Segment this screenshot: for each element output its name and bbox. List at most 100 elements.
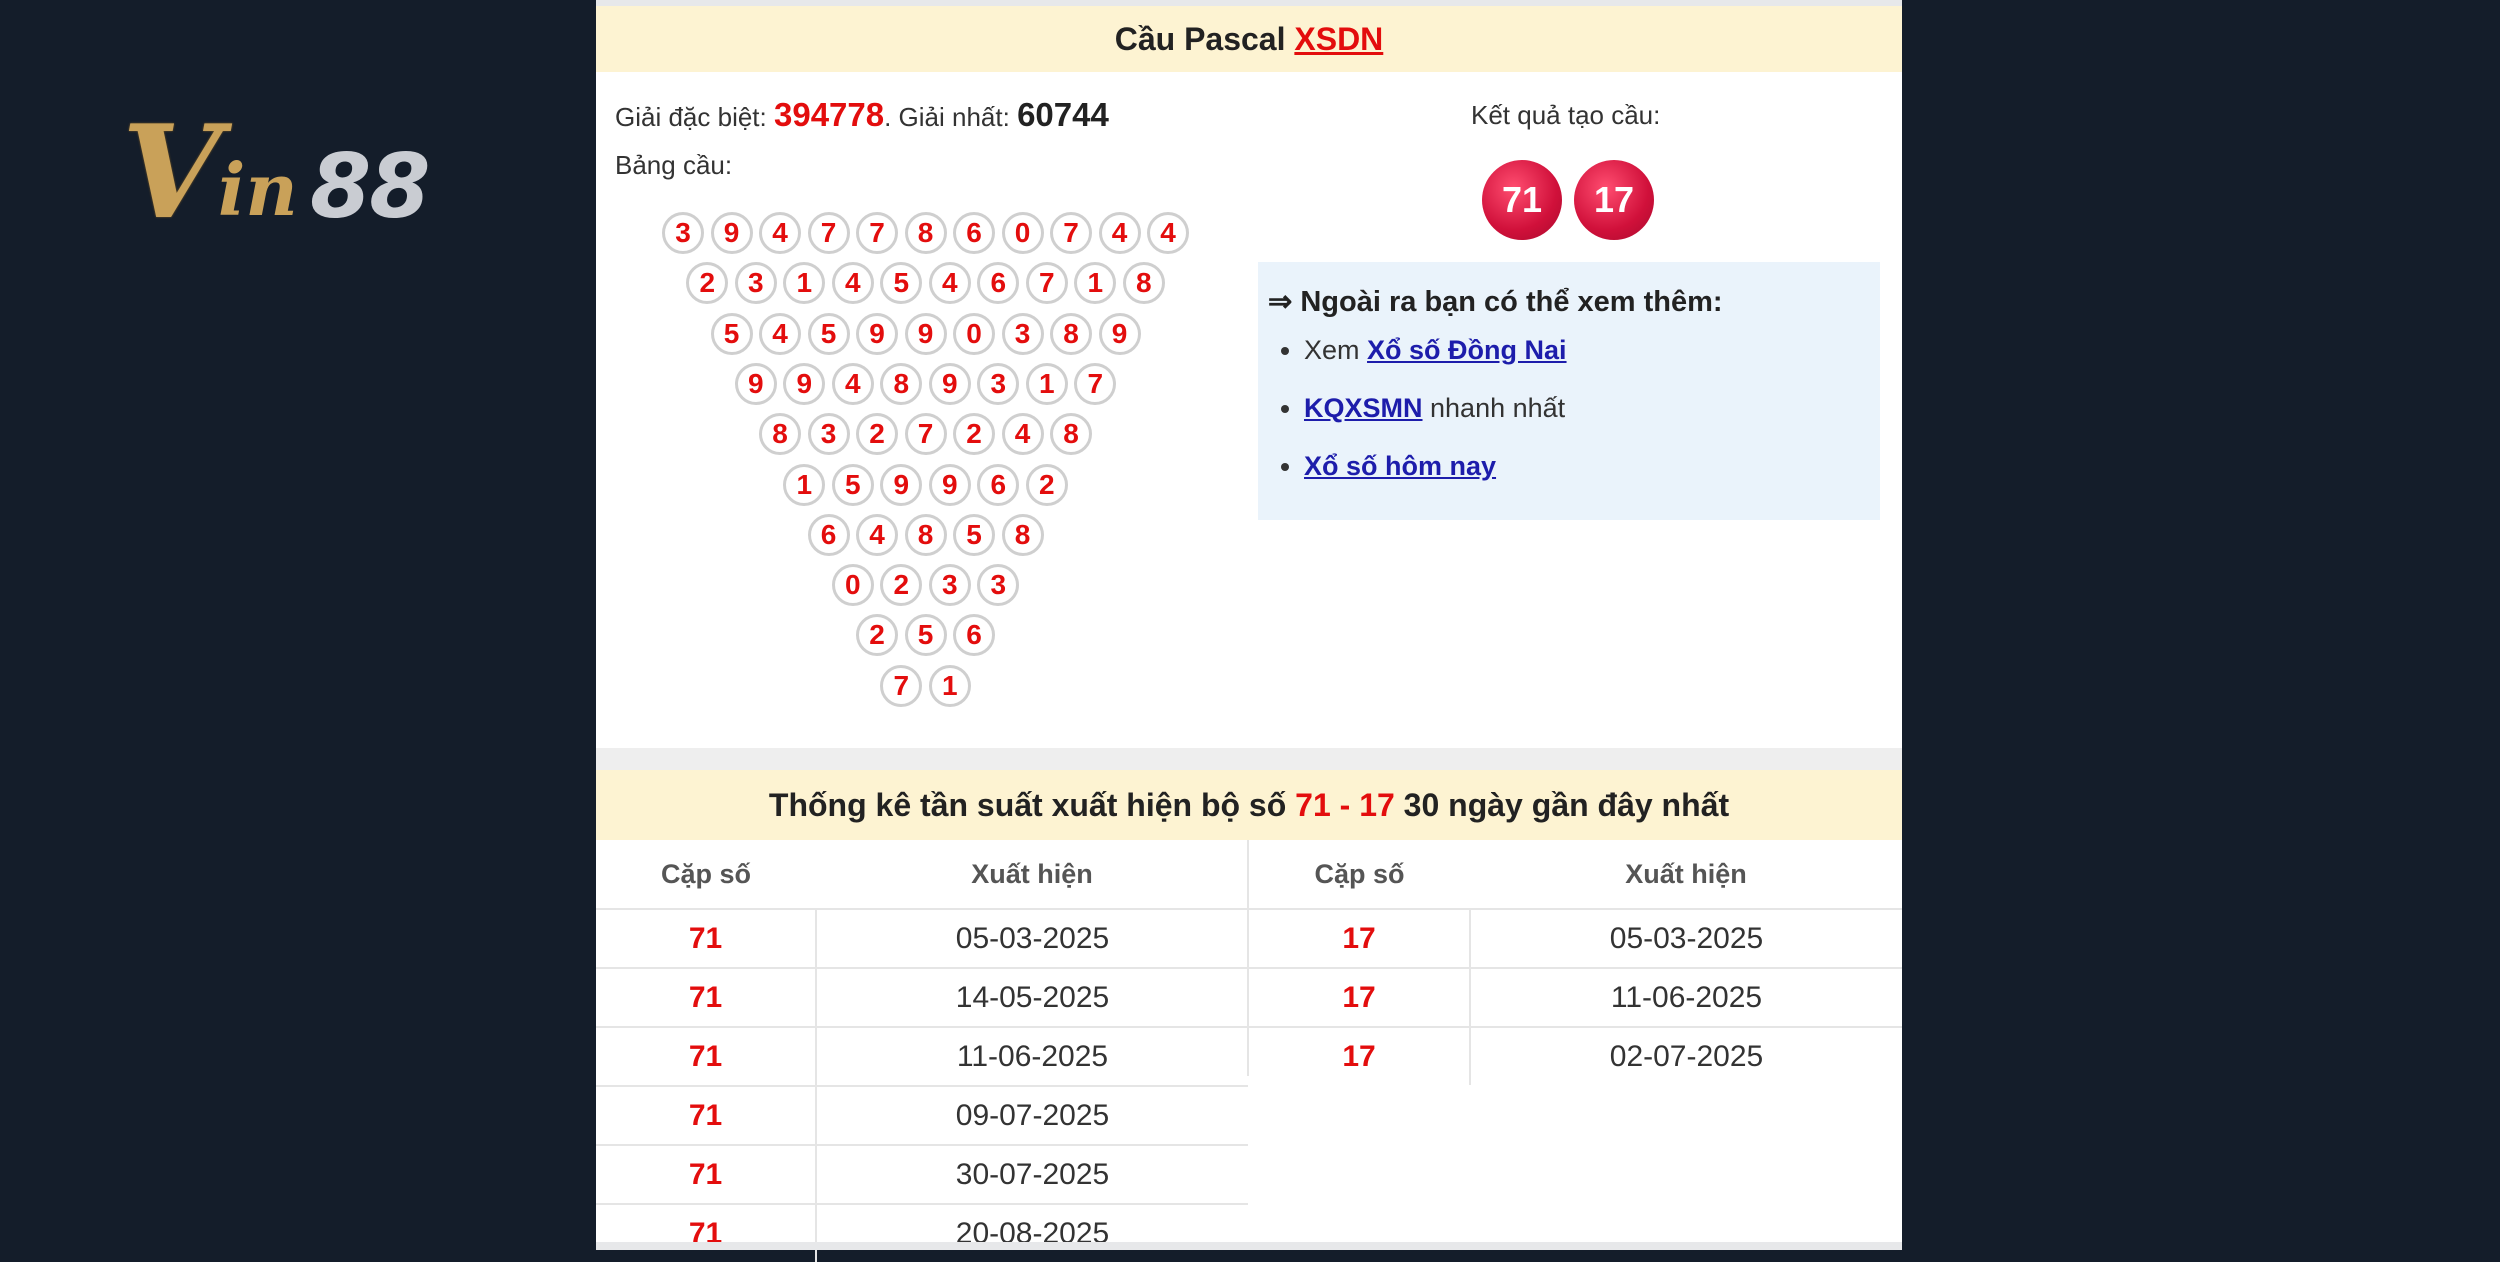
col-header-pair: Cặp số [660, 858, 752, 889]
pascal-digit: 4 [759, 212, 801, 254]
pascal-digit: 5 [880, 262, 923, 305]
table-divider [1247, 840, 1249, 1076]
col-header-pair: Cặp số [1314, 858, 1405, 889]
date-cell: 05-03-2025 [816, 908, 1248, 968]
pascal-digit: 8 [880, 362, 923, 405]
list-item-text: Xem [1304, 335, 1368, 365]
pascal-digit: 2 [953, 413, 995, 456]
pair-cell: 17 [1249, 908, 1471, 968]
pascal-digit: 6 [953, 614, 995, 657]
pascal-digit: 7 [807, 212, 850, 254]
stats-table-left: Cặp số Xuất hiện 71 05-03-2025 71 14-05-202… [596, 840, 1248, 1262]
result-ball-2: 17 [1574, 160, 1654, 240]
list-item-text: nhanh nhất [1422, 393, 1566, 423]
pascal-digit: 9 [928, 463, 971, 506]
pascal-digit: 3 [977, 564, 1020, 607]
pair-cell: 71 [596, 1026, 817, 1086]
pascal-digit: 4 [831, 362, 874, 405]
pascal-digit: 2 [856, 413, 898, 456]
list-item: KQXSMN nhanh nhất [1304, 392, 1567, 450]
pascal-digit: 8 [904, 212, 947, 254]
pascal-digit: 9 [904, 312, 947, 355]
pascal-digit: 3 [807, 413, 850, 456]
first-prize-label: . Giải nhất: [884, 102, 1010, 132]
pascal-digit: 8 [759, 413, 801, 456]
kqxsmn-link[interactable]: KQXSMN [1304, 393, 1423, 423]
pascal-digit: 8 [1050, 312, 1092, 355]
pascal-digit: 9 [734, 362, 777, 405]
pascal-digit: 2 [880, 564, 923, 607]
table-row: 71 30-07-2025 [596, 1144, 1248, 1204]
pascal-digit: 3 [662, 212, 704, 254]
first-prize-value: 60744 [1017, 96, 1109, 133]
logo-88: 88 [310, 135, 430, 238]
pair-cell: 17 [1249, 967, 1471, 1027]
stats-title-post: 30 ngày gần đây nhất [1394, 787, 1730, 823]
date-cell: 11-06-2025 [816, 1026, 1248, 1086]
table-row: 71 09-07-2025 [596, 1085, 1248, 1145]
date-cell: 05-03-2025 [1470, 908, 1902, 968]
pascal-digit: 0 [831, 564, 874, 607]
pascal-digit: 5 [953, 513, 995, 556]
pascal-digit: 5 [831, 463, 874, 506]
pair-cell: 17 [1249, 1026, 1471, 1085]
pascal-digit: 4 [1001, 413, 1044, 456]
see-more-box: ⇒ Ngoài ra bạn có thể xem thêm: Xem Xổ s… [1258, 262, 1880, 520]
see-more-title: ⇒ Ngoài ra bạn có thể xem thêm: [1268, 286, 1723, 318]
xo-so-dong-nai-link[interactable]: Xổ số Đồng Nai [1367, 335, 1567, 365]
main-panel: Cầu Pascal XSDN Giải đặc biệt: 394778. G… [596, 0, 1902, 1262]
pascal-digit: 9 [1098, 312, 1141, 355]
pascal-digit: 9 [928, 362, 971, 405]
pascal-header: Cầu Pascal XSDN [596, 6, 1902, 72]
bang-cau-label: Bảng cầu: [615, 150, 733, 180]
result-label: Kết quả tạo cầu: [1471, 100, 1661, 130]
pair-cell: 71 [596, 967, 817, 1027]
pascal-digit: 9 [783, 362, 826, 405]
pascal-digit: 1 [783, 463, 826, 506]
xo-so-hom-nay-link[interactable]: Xổ số hôm nay [1304, 451, 1496, 481]
pascal-digit: 7 [1025, 262, 1068, 305]
pascal-digit: 4 [759, 312, 801, 355]
list-item: Xem Xổ số Đồng Nai [1304, 334, 1567, 392]
col-header-date: Xuất hiện [1625, 858, 1747, 889]
pascal-digit: 3 [977, 362, 1020, 405]
table-row: 17 11-06-2025 [1249, 967, 1902, 1027]
list-item: Xổ số hôm nay [1304, 450, 1567, 508]
pair-cell: 71 [596, 1085, 817, 1145]
stats-header: Thống kê tần suất xuất hiện bộ số 71 - 1… [596, 770, 1902, 840]
vin88-logo[interactable]: V in 88 [122, 108, 482, 238]
pascal-digit: 2 [686, 262, 729, 305]
see-more-list: Xem Xổ số Đồng Nai KQXSMN nhanh nhất Xổ … [1258, 334, 1567, 508]
date-cell: 14-05-2025 [816, 967, 1248, 1027]
date-cell: 11-06-2025 [1470, 967, 1902, 1027]
xsdn-link[interactable]: XSDN [1294, 21, 1383, 57]
pascal-digit: 5 [904, 614, 947, 657]
pascal-digit: 1 [1025, 362, 1068, 405]
pascal-digit: 7 [1050, 212, 1092, 254]
col-header-date: Xuất hiện [971, 858, 1093, 889]
pascal-digit: 3 [928, 564, 971, 607]
date-cell: 02-07-2025 [1470, 1026, 1902, 1085]
prize-line: Giải đặc biệt: 394778. Giải nhất: 60744 [615, 96, 1109, 134]
pascal-digit: 0 [1001, 212, 1044, 254]
pair-cell: 71 [596, 1144, 817, 1204]
pascal-digit: 8 [1001, 513, 1044, 556]
bottom-divider [596, 1242, 1902, 1250]
pascal-digit: 5 [710, 312, 753, 355]
pascal-digit: 4 [1098, 212, 1141, 254]
pascal-digit: 2 [856, 614, 898, 657]
pascal-digit: 9 [856, 312, 898, 355]
pascal-digit: 4 [1147, 212, 1189, 254]
pascal-digit: 4 [856, 513, 898, 556]
pascal-digit: 7 [1074, 362, 1117, 405]
pascal-digit: 3 [1001, 312, 1044, 355]
pascal-header-title: Cầu Pascal [1114, 21, 1286, 57]
logo-v: V [122, 98, 222, 248]
pascal-digit: 1 [928, 664, 971, 707]
pascal-digit: 4 [831, 262, 874, 305]
pascal-digit: 6 [977, 463, 1020, 506]
pascal-digit: 7 [856, 212, 898, 254]
pascal-digit: 9 [710, 212, 753, 254]
pascal-digit: 2 [1025, 463, 1068, 506]
table-row: 71 14-05-2025 [596, 967, 1248, 1027]
